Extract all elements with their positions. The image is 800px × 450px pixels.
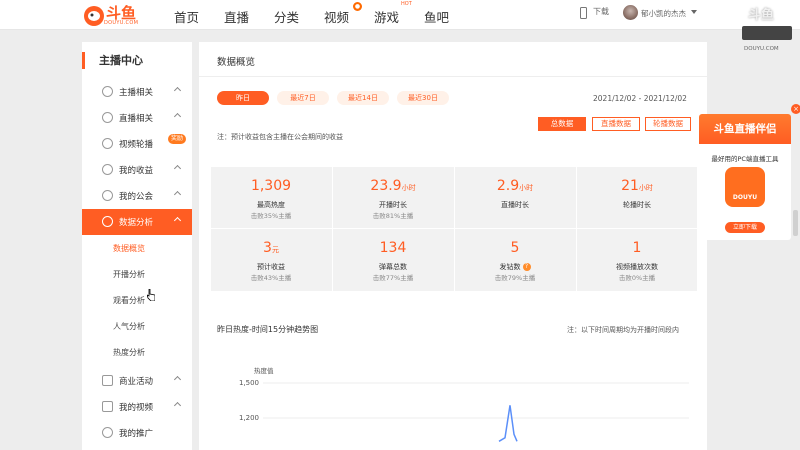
nav-live[interactable]: 直播 [224, 7, 249, 26]
nav-games[interactable]: 游戏 [374, 7, 399, 26]
sidebar-item-guild[interactable]: 我的公会 [82, 183, 192, 209]
sidebar-sub-broadcast-analysis[interactable]: 开播分析 [113, 269, 145, 280]
sidebar-item-data-analysis[interactable]: 数据分析 [82, 209, 192, 235]
sidebar-item-my-video[interactable]: 我的视频 [82, 394, 192, 420]
chevron-up-icon [173, 401, 182, 410]
download-link[interactable]: 下载 [593, 6, 609, 17]
stream-watermark: 斗鱼 DOUYU.COM [740, 4, 796, 56]
watermark-logo: 斗鱼 [748, 8, 775, 23]
ad-title: 斗鱼直播伴侣 [699, 114, 791, 144]
chevron-up-icon [173, 190, 182, 199]
sidebar-sub-data-overview[interactable]: 数据概览 [113, 243, 145, 254]
nav-hot-tag: HOT [401, 1, 412, 7]
sidebar-sub-popularity-analysis[interactable]: 人气分析 [113, 321, 145, 332]
loop-icon [102, 138, 113, 149]
phone-icon[interactable] [580, 7, 587, 19]
sidebar-item-income[interactable]: 我的收益 [82, 157, 192, 183]
close-icon[interactable]: × [791, 104, 800, 114]
film-icon [102, 401, 113, 412]
clock-icon [102, 216, 113, 227]
coin-icon [102, 164, 113, 175]
sidebar-item-business[interactable]: 商业活动 [82, 368, 192, 394]
main-panel: 数据概览 昨日 最近7日 最近14日 最近30日 2021/12/02 - 20… [199, 42, 707, 450]
sidebar-item-label: 我的收益 [119, 166, 154, 176]
ad-subtitle: 最好用的PC端直播工具 [711, 155, 779, 163]
video-icon [102, 112, 113, 123]
sidebar-sub-heat-analysis[interactable]: 热度分析 [113, 347, 145, 358]
heat-series-line [498, 405, 518, 442]
sidebar-title: 主播中心 [99, 54, 143, 67]
sidebar-item-label: 我的推广 [119, 429, 154, 439]
grid-icon [102, 375, 113, 386]
chevron-up-icon [173, 112, 182, 121]
sidebar-item-label: 视频轮播 [119, 140, 154, 150]
sidebar-item-anchor[interactable]: 主播相关 [82, 79, 192, 105]
logo-subtext: DOUYU.COM [104, 20, 139, 26]
hand-cursor-icon [147, 289, 155, 301]
username[interactable]: 郁小凯的杰杰 [641, 8, 686, 19]
chevron-up-icon [173, 86, 182, 95]
heat-trend-chart [263, 382, 689, 442]
sidebar-item-label: 主播相关 [119, 88, 154, 98]
chevron-down-icon[interactable] [691, 10, 697, 14]
sidebar-item-label: 直播相关 [119, 114, 154, 124]
mic-icon [102, 86, 113, 97]
reward-badge: 奖励 [168, 134, 187, 144]
nav-category[interactable]: 分类 [274, 7, 299, 26]
ad-download-button[interactable]: 立即下载 [725, 222, 765, 233]
sidebar-item-label: 我的视频 [119, 403, 154, 413]
chevron-up-icon [173, 216, 182, 225]
sidebar-sub-watch-analysis[interactable]: 观看分析 [113, 295, 145, 306]
nav-home[interactable]: 首页 [174, 7, 199, 26]
scrollbar[interactable] [793, 210, 798, 236]
shield-icon [102, 190, 113, 201]
ad-icon-text: DOUYU [732, 194, 758, 201]
avatar[interactable] [623, 5, 638, 20]
companion-ad[interactable]: 斗鱼直播伴侣 最好用的PC端直播工具 DOUYU 立即下载 [699, 114, 791, 240]
watermark-box [742, 26, 792, 40]
douyu-app-icon [725, 167, 765, 207]
sidebar-item-label: 数据分析 [119, 218, 154, 228]
nav-fishbar[interactable]: 鱼吧 [424, 7, 449, 26]
sidebar-item-promotion[interactable]: 我的推广 [82, 420, 192, 446]
chevron-up-icon [173, 164, 182, 173]
sidebar-item-label: 商业活动 [119, 377, 154, 387]
top-nav-bar: 斗鱼 DOUYU.COM 首页 直播 分类 视频 ● 游戏 HOT 鱼吧 下载 … [0, 0, 800, 30]
nav-video[interactable]: 视频 [324, 7, 349, 26]
mic-icon [102, 427, 113, 438]
chevron-up-icon [173, 375, 182, 384]
sidebar-item-live[interactable]: 直播相关 [82, 105, 192, 131]
sidebar-item-label: 我的公会 [119, 192, 154, 202]
nav-video-badge: ● [353, 2, 362, 11]
sidebar: 主播中心 主播相关 直播相关 视频轮播 我的收益 我的公会 数据分析 数据概览 … [82, 42, 192, 450]
watermark-sub: DOUYU.COM [744, 46, 779, 52]
